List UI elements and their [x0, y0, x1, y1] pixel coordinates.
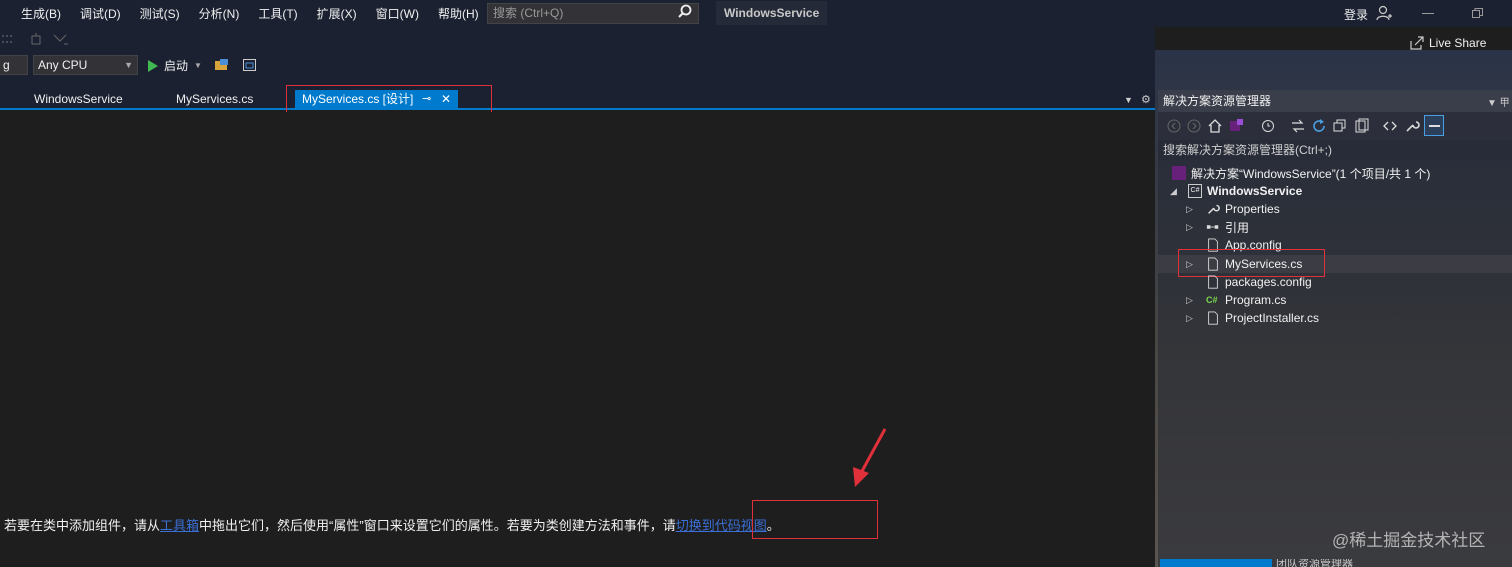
code-icon[interactable] — [1382, 118, 1398, 134]
toolbar-row-1 — [0, 27, 1155, 51]
expanded-icon[interactable]: ◢ — [1170, 186, 1177, 197]
sync-icon[interactable] — [1290, 118, 1306, 134]
collapsed-icon[interactable]: ▷ — [1186, 204, 1193, 215]
tree-item-projectinstaller[interactable]: ▷ ProjectInstaller.cs — [1186, 309, 1319, 327]
liveshare-label: Live Share — [1429, 36, 1487, 50]
tab-myservices[interactable]: MyServices.cs — [176, 92, 253, 106]
cs-file-icon — [1206, 311, 1220, 325]
browse-icon[interactable] — [214, 57, 230, 73]
references-icon — [1206, 220, 1220, 234]
solution-explorer-panel — [1158, 90, 1512, 567]
references-label: 引用 — [1225, 220, 1250, 235]
annotation-arrow-icon — [853, 428, 887, 487]
menu-build[interactable]: 生成(B) — [0, 5, 71, 22]
show-all-files-icon[interactable] — [1354, 118, 1370, 134]
document-tab-strip — [0, 80, 1155, 110]
wrench-icon — [1206, 202, 1220, 216]
start-label: 启动 — [164, 59, 189, 73]
restore-button[interactable] — [1472, 8, 1483, 18]
user-icon[interactable] — [1376, 5, 1392, 21]
search-icon[interactable] — [677, 4, 693, 20]
designer-msg-part2: 中拖出它们，然后使用“属性”窗口来设置它们的属性。若要为类创建方法和事件，请 — [199, 518, 676, 533]
solution-explorer-title: 解决方案资源管理器 — [1158, 90, 1512, 112]
vs-solution-icon[interactable] — [1228, 118, 1244, 134]
play-icon — [148, 59, 158, 72]
breakpoint-icon[interactable] — [30, 32, 46, 48]
menu-analyze[interactable]: 分析(N) — [189, 5, 249, 22]
project-label: WindowsService — [1207, 184, 1303, 198]
tab-windowsservice[interactable]: WindowsService — [34, 92, 123, 106]
designer-message: 若要在类中添加组件，请从工具箱中拖出它们，然后使用“属性”窗口来设置它们的属性。… — [4, 515, 780, 534]
tab-solution-explorer[interactable] — [1160, 559, 1272, 567]
collapsed-icon[interactable]: ▷ — [1186, 222, 1193, 233]
collapse-all-icon[interactable] — [1332, 118, 1348, 134]
designer-surface[interactable] — [0, 112, 1155, 567]
gear-icon[interactable]: ⚙ — [1141, 93, 1151, 106]
step-icon[interactable] — [52, 32, 68, 48]
history-icon[interactable] — [1260, 118, 1276, 134]
properties-label: Properties — [1225, 202, 1280, 216]
platform-dropdown[interactable]: Any CPU ▼ — [33, 55, 138, 75]
liveshare-button[interactable]: Live Share — [1410, 36, 1486, 50]
menu-test[interactable]: 测试(S) — [130, 5, 189, 22]
annotation-box-link — [752, 500, 878, 539]
app-title: WindowsService — [716, 1, 828, 25]
tree-item-properties[interactable]: ▷ Properties — [1186, 200, 1280, 218]
toolbar-overflow-icon[interactable] — [2, 32, 18, 48]
tree-solution[interactable]: 解决方案“WindowsService”(1 个项目/共 1 个) — [1172, 164, 1430, 182]
signin-link[interactable]: 登录 — [1344, 6, 1368, 23]
tree-item-references[interactable]: ▷ 引用 — [1186, 218, 1249, 236]
menu-debug[interactable]: 调试(D) — [71, 5, 131, 22]
config-dropdown[interactable]: g — [0, 55, 28, 75]
tree-project[interactable]: ◢ C# WindowsService — [1170, 182, 1302, 200]
solution-icon — [1172, 166, 1186, 180]
menu-extensions[interactable]: 扩展(X) — [307, 5, 366, 22]
forward-icon[interactable] — [1186, 118, 1202, 134]
solution-search-input[interactable]: 搜索解决方案资源管理器(Ctrl+;) — [1158, 140, 1512, 160]
refresh-icon[interactable] — [1311, 118, 1327, 134]
collapsed-icon[interactable]: ▷ — [1186, 295, 1193, 306]
wrench-icon[interactable] — [1404, 118, 1420, 134]
csharp-file-icon: C# — [1206, 295, 1218, 305]
collapsed-icon[interactable]: ▷ — [1186, 313, 1193, 324]
tab-team-explorer[interactable]: 团队资源管理器 — [1276, 559, 1353, 567]
config-file-icon — [1206, 275, 1220, 289]
dash-icon — [1429, 125, 1440, 127]
chevron-down-icon: ▼ — [124, 60, 133, 70]
tab-overflow-icon[interactable]: ▼ — [1124, 95, 1133, 105]
projectinstaller-label: ProjectInstaller.cs — [1225, 311, 1320, 325]
menu-tools[interactable]: 工具(T) — [249, 5, 307, 22]
solution-label: 解决方案“WindowsService”(1 个项目/共 1 个) — [1191, 166, 1431, 181]
csharp-project-icon: C# — [1188, 184, 1202, 198]
preview-toggle-button[interactable] — [1424, 115, 1444, 136]
tree-item-packages[interactable]: packages.config — [1206, 273, 1312, 291]
toolbox-link[interactable]: 工具箱 — [160, 518, 199, 533]
minimize-button[interactable] — [1422, 13, 1434, 14]
share-icon — [1410, 36, 1424, 50]
tree-item-program[interactable]: ▷ C# Program.cs — [1186, 291, 1286, 309]
back-icon[interactable] — [1166, 118, 1182, 134]
menu-window[interactable]: 窗口(W) — [366, 5, 428, 22]
start-button[interactable]: 启动 ▼ — [148, 57, 202, 74]
panel-menu-icon[interactable]: ▼ 甲 — [1487, 94, 1510, 109]
designer-msg-part1: 若要在类中添加组件，请从 — [4, 518, 161, 533]
search-input[interactable]: 搜索 (Ctrl+Q) — [487, 3, 699, 24]
program-label: Program.cs — [1225, 293, 1287, 307]
layout-icon[interactable] — [242, 57, 258, 73]
packages-label: packages.config — [1225, 275, 1312, 289]
config-value: g — [3, 58, 10, 72]
menu-help[interactable]: 帮助(H) — [429, 5, 489, 22]
home-icon[interactable] — [1207, 118, 1223, 134]
watermark: @稀土掘金技术社区 — [1332, 531, 1486, 550]
start-dropdown-icon[interactable]: ▼ — [194, 61, 202, 70]
platform-value: Any CPU — [38, 58, 88, 72]
